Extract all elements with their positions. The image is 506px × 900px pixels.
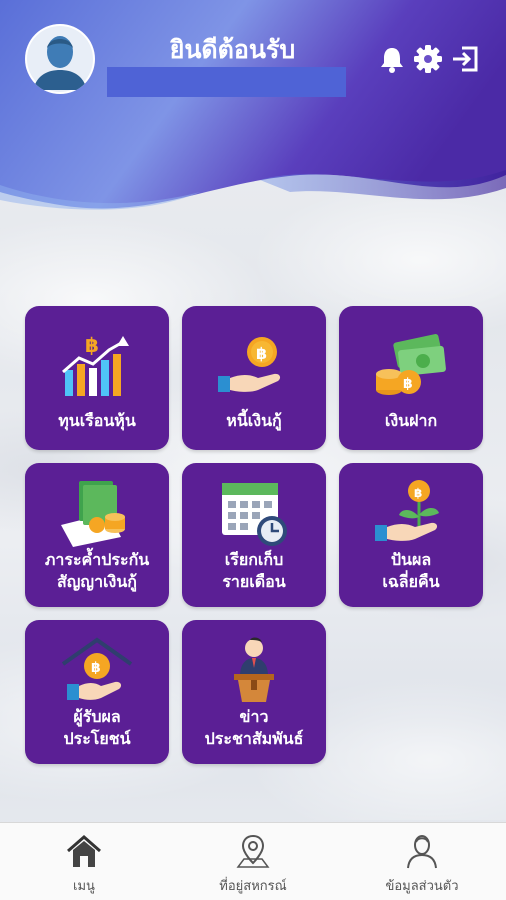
- bell-icon[interactable]: [377, 44, 407, 74]
- tile-label-line-1: ภาระค้ำประกัน: [44, 550, 150, 569]
- svg-text:฿: ฿: [91, 660, 101, 676]
- tile-label-line-2: ประโยชน์: [63, 729, 131, 748]
- menu-tile-loan-debt[interactable]: ฿ หนี้เงินกู้: [182, 306, 326, 450]
- tile-label-line-1: ปันผล: [390, 550, 432, 569]
- profile-icon: [407, 835, 437, 869]
- logout-icon[interactable]: [450, 44, 480, 74]
- tile-label-line-1: เรียกเก็บ: [224, 550, 284, 569]
- svg-text:฿: ฿: [414, 486, 422, 500]
- user-name-field: [107, 67, 346, 97]
- menu-tile-beneficiary[interactable]: ฿ ผู้รับผล ประโยชน์: [25, 620, 169, 764]
- loan-coin-hand-icon: ฿: [218, 337, 281, 392]
- menu-tile-dividend[interactable]: ฿ ปันผล เฉลี่ยคืน: [339, 463, 483, 607]
- nav-label: ข้อมูลส่วนตัว: [385, 879, 459, 894]
- deposit-money-icon: ฿: [376, 334, 446, 395]
- header: ยินดีต้อนรับ: [0, 0, 506, 230]
- svg-text:฿: ฿: [403, 376, 413, 392]
- stock-chart-icon: ฿: [62, 333, 129, 396]
- home-icon: [67, 835, 101, 867]
- tile-label-line-2: ประชาสัมพันธ์: [204, 729, 304, 748]
- nav-item-profile[interactable]: ข้อมูลส่วนตัว: [338, 823, 506, 900]
- menu-tile-monthly-billing[interactable]: เรียกเก็บ รายเดือน: [182, 463, 326, 607]
- menu-tile-loan-guarantee[interactable]: ภาระค้ำประกัน สัญญาเงินกู้: [25, 463, 169, 607]
- calendar-clock-icon: [222, 483, 287, 546]
- tile-label-line-2: สัญญาเงินกู้: [57, 572, 137, 591]
- tile-label: ทุนเรือนหุ้น: [58, 411, 136, 430]
- user-avatar-icon: [27, 26, 93, 92]
- beneficiary-house-icon: ฿: [61, 637, 133, 700]
- tile-label-line-1: ข่าว: [239, 707, 269, 726]
- tile-label: เงินฝาก: [384, 411, 438, 430]
- menu-grid: ฿ ทุนเรือนหุ้น ฿ หนี้เงินกู้ ฿ เงินฝาก ภ…: [25, 306, 483, 764]
- tile-label: หนี้เงินกู้: [226, 411, 282, 430]
- dividend-plant-icon: ฿: [375, 480, 439, 541]
- map-pin-icon: [236, 834, 270, 868]
- menu-tile-share-capital[interactable]: ฿ ทุนเรือนหุ้น: [25, 306, 169, 450]
- avatar[interactable]: [25, 24, 95, 94]
- nav-item-location[interactable]: ที่อยู่สหกรณ์: [169, 823, 337, 900]
- news-speaker-icon: [234, 637, 274, 702]
- welcome-title: ยินดีต้อนรับ: [169, 35, 296, 64]
- tile-label-line-1: ผู้รับผล: [73, 707, 121, 726]
- bottom-nav: เมนู ที่อยู่สหกรณ์ ข้อมูลส่วนตัว: [0, 822, 506, 900]
- gear-icon[interactable]: [413, 44, 443, 74]
- nav-item-menu[interactable]: เมนู: [0, 823, 168, 900]
- nav-label: เมนู: [73, 879, 95, 894]
- guarantee-money-icon: [61, 481, 125, 547]
- svg-text:฿: ฿: [85, 333, 99, 357]
- svg-text:฿: ฿: [256, 344, 267, 363]
- menu-tile-news[interactable]: ข่าว ประชาสัมพันธ์: [182, 620, 326, 764]
- nav-label: ที่อยู่สหกรณ์: [219, 879, 287, 894]
- tile-label-line-2: รายเดือน: [222, 572, 286, 591]
- menu-tile-deposit[interactable]: ฿ เงินฝาก: [339, 306, 483, 450]
- tile-label-line-2: เฉลี่ยคืน: [382, 572, 440, 591]
